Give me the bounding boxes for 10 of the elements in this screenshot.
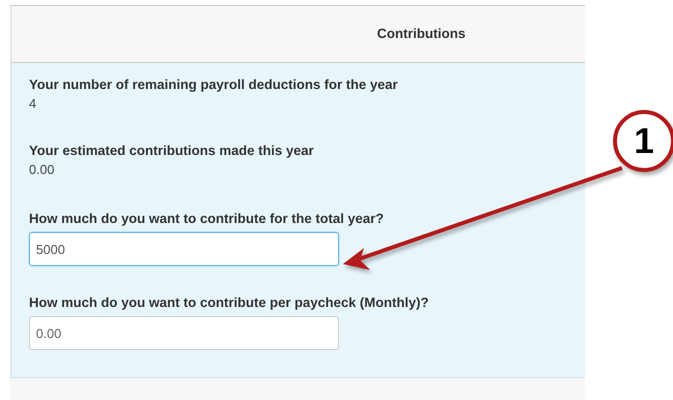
input-field[interactable]: 5000 bbox=[29, 232, 339, 266]
input-field[interactable]: 0.00 bbox=[29, 316, 339, 350]
field-label: How much do you want to contribute per paycheck (Monthly)? bbox=[29, 295, 430, 312]
field-value: 0.00 bbox=[29, 161, 56, 180]
field-label: Your number of remaining payroll deductions for the year bbox=[29, 77, 399, 93]
field-value: 4 bbox=[29, 95, 38, 113]
field-label: How much do you want to contribute for the total year? bbox=[29, 211, 385, 228]
callout-number: 1 bbox=[634, 123, 654, 159]
column-heading: Contributions bbox=[377, 24, 466, 43]
field-label: Your estimated contributions made this year bbox=[29, 143, 315, 160]
